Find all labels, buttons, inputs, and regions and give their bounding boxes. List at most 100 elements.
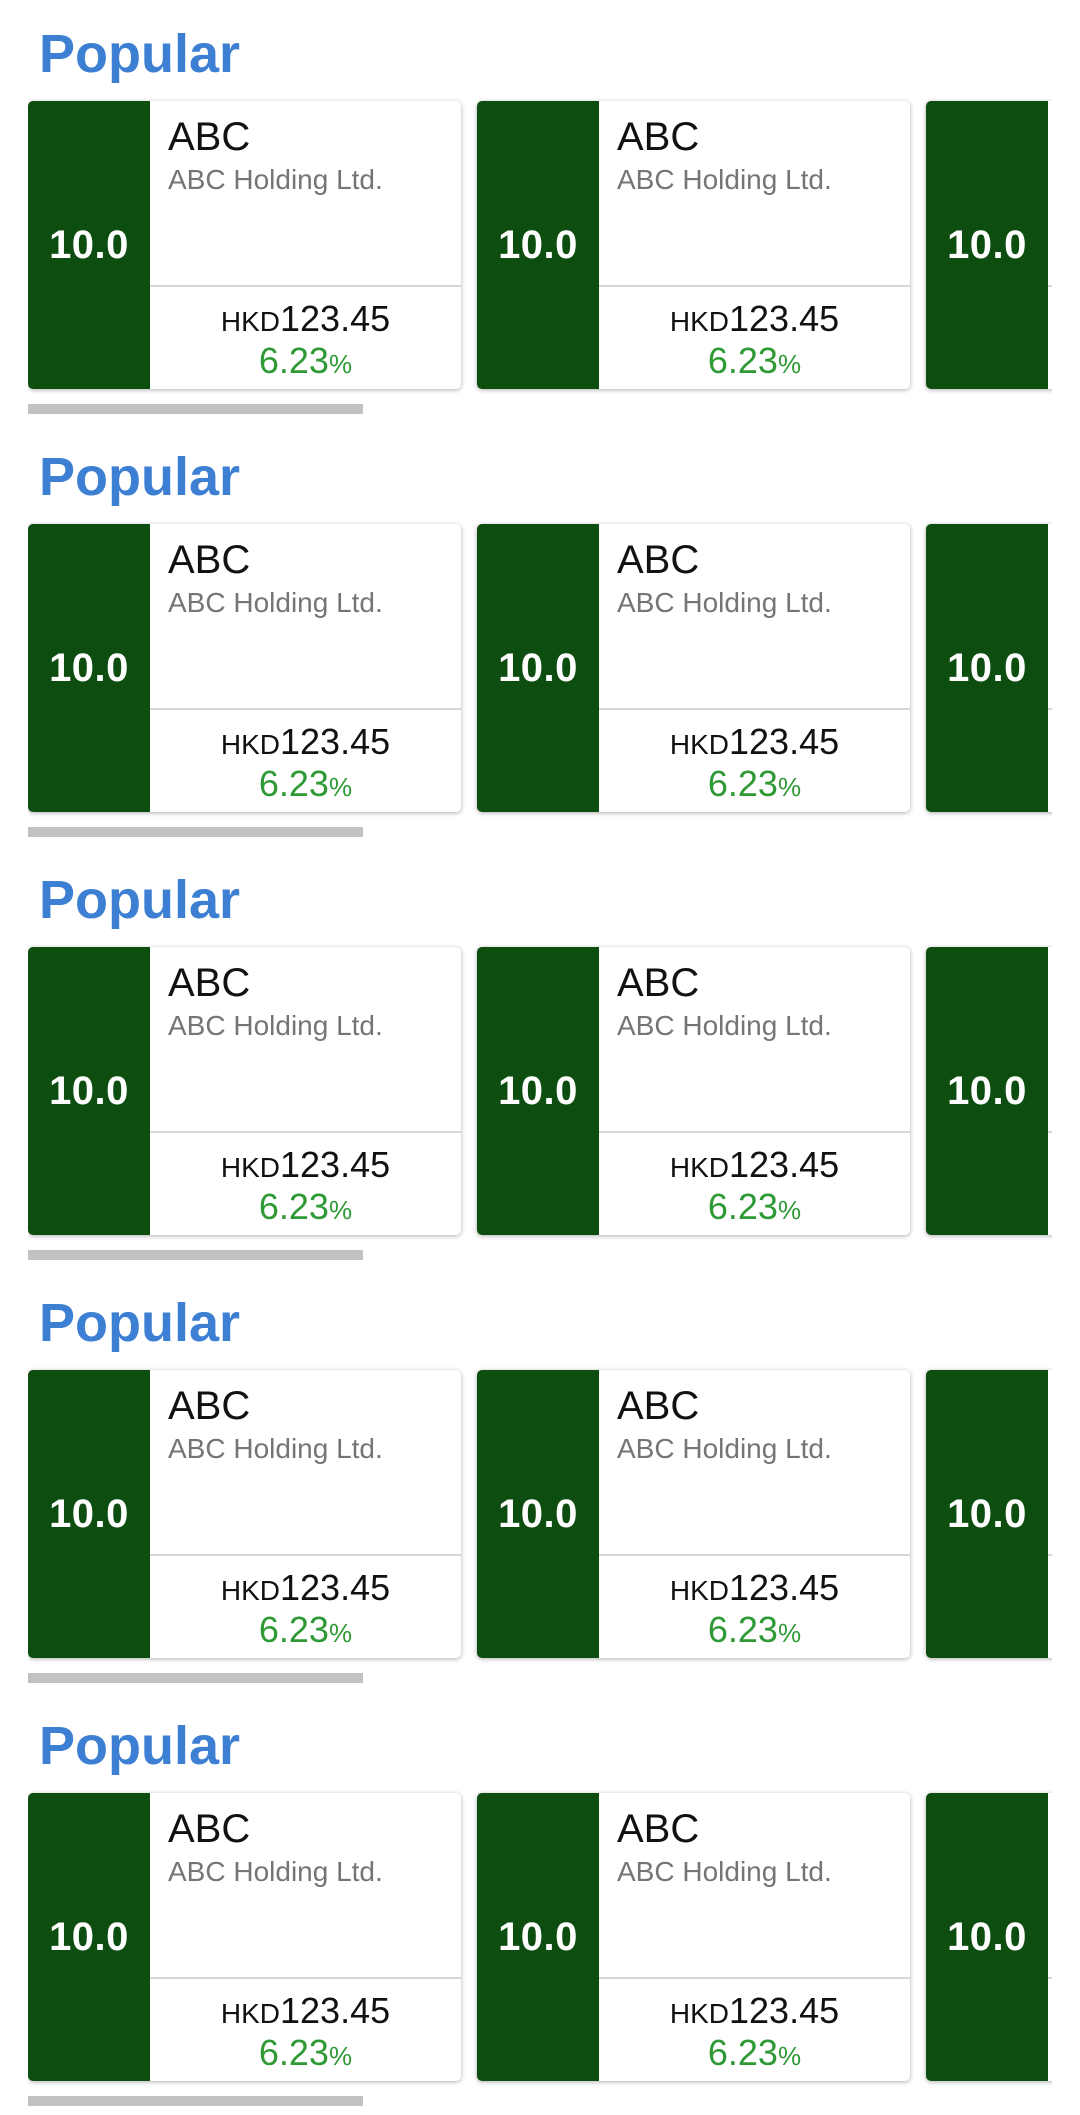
- stock-card[interactable]: 10.0 ABC ABC Holding Ltd. HKD123.45 6.23…: [28, 947, 461, 1235]
- stock-card[interactable]: 10.0 ABC ABC Holding Ltd. HKD123.45 6.23…: [28, 1793, 461, 2081]
- change-unit: %: [777, 1195, 802, 1225]
- stock-card[interactable]: 10.0 ABC ABC Holding Ltd. HKD123.45 6.23…: [477, 1793, 910, 2081]
- stock-info: ABC ABC Holding Ltd. HKD123.45 6.23%: [150, 1793, 461, 2081]
- horizontal-scrollbar-thumb[interactable]: [28, 827, 363, 837]
- stock-card[interactable]: 10.0 ABC ABC Holding Ltd. HKD123.45 6.23…: [926, 524, 1052, 812]
- company-name: ABC Holding Ltd.: [617, 1010, 832, 1041]
- card-divider: [1048, 708, 1052, 710]
- score-value: 10.0: [49, 645, 129, 690]
- score-value: 10.0: [498, 645, 578, 690]
- score-value: 10.0: [49, 1068, 129, 1113]
- horizontal-card-scroller[interactable]: 10.0 ABC ABC Holding Ltd. HKD123.45 6.23…: [28, 1787, 1052, 2087]
- price-currency: HKD: [669, 1575, 729, 1606]
- company-name: ABC Holding Ltd.: [168, 1856, 383, 1887]
- score-value: 10.0: [947, 645, 1027, 690]
- change-unit: %: [777, 772, 802, 802]
- price-currency: HKD: [220, 306, 280, 337]
- card-divider: [150, 708, 461, 710]
- change-value: 6.23: [707, 2032, 778, 2073]
- change-value: 6.23: [707, 1186, 778, 1227]
- stock-ticker: ABC: [617, 1384, 700, 1428]
- horizontal-card-scroller[interactable]: 10.0 ABC ABC Holding Ltd. HKD123.45 6.23…: [28, 518, 1052, 818]
- stock-card[interactable]: 10.0 ABC ABC Holding Ltd. HKD123.45 6.23…: [926, 947, 1052, 1235]
- popular-section: Popular 10.0 ABC ABC Holding Ltd. HKD123…: [0, 1692, 1080, 2115]
- stock-ticker: ABC: [617, 115, 700, 159]
- price-value: 123.45: [280, 298, 391, 339]
- horizontal-card-scroller[interactable]: 10.0 ABC ABC Holding Ltd. HKD123.45 6.23…: [28, 1364, 1052, 1664]
- change-unit: %: [328, 1618, 353, 1648]
- change-row: 6.23%: [150, 339, 461, 389]
- horizontal-scrollbar-thumb[interactable]: [28, 404, 363, 414]
- horizontal-scrollbar-thumb[interactable]: [28, 1250, 363, 1260]
- score-panel: 10.0: [477, 947, 599, 1235]
- stock-info: ABC ABC Holding Ltd. HKD123.45 6.23%: [1048, 1793, 1052, 2081]
- stock-card[interactable]: 10.0 ABC ABC Holding Ltd. HKD123.45 6.23…: [926, 1370, 1052, 1658]
- card-divider: [1048, 285, 1052, 287]
- change-row: 6.23%: [599, 762, 910, 812]
- price-value: 123.45: [280, 1567, 391, 1608]
- stock-card[interactable]: 10.0 ABC ABC Holding Ltd. HKD123.45 6.23…: [926, 1793, 1052, 2081]
- horizontal-card-scroller[interactable]: 10.0 ABC ABC Holding Ltd. HKD123.45 6.23…: [28, 95, 1052, 395]
- price-currency: HKD: [220, 1998, 280, 2029]
- stock-card[interactable]: 10.0 ABC ABC Holding Ltd. HKD123.45 6.23…: [28, 101, 461, 389]
- stock-ticker: ABC: [617, 1807, 700, 1851]
- stock-card[interactable]: 10.0 ABC ABC Holding Ltd. HKD123.45 6.23…: [477, 1370, 910, 1658]
- stock-ticker: ABC: [168, 538, 251, 582]
- score-value: 10.0: [498, 1914, 578, 1959]
- popular-section: Popular 10.0 ABC ABC Holding Ltd. HKD123…: [0, 423, 1080, 846]
- stock-info: ABC ABC Holding Ltd. HKD123.45 6.23%: [599, 947, 910, 1235]
- price-currency: HKD: [220, 1575, 280, 1606]
- company-name: ABC Holding Ltd.: [617, 587, 832, 618]
- change-unit: %: [328, 349, 353, 379]
- price-currency: HKD: [669, 1152, 729, 1183]
- card-divider: [599, 708, 910, 710]
- card-divider: [599, 285, 910, 287]
- change-value: 6.23: [707, 340, 778, 381]
- change-value: 6.23: [258, 763, 329, 804]
- stock-info: ABC ABC Holding Ltd. HKD123.45 6.23%: [1048, 947, 1052, 1235]
- change-row: 6.23%: [1048, 1185, 1052, 1235]
- card-divider: [150, 1977, 461, 1979]
- stock-card[interactable]: 10.0 ABC ABC Holding Ltd. HKD123.45 6.23…: [28, 1370, 461, 1658]
- score-panel: 10.0: [926, 101, 1048, 389]
- change-unit: %: [328, 1195, 353, 1225]
- change-unit: %: [777, 2041, 802, 2071]
- horizontal-card-scroller[interactable]: 10.0 ABC ABC Holding Ltd. HKD123.45 6.23…: [28, 941, 1052, 1241]
- company-name: ABC Holding Ltd.: [168, 164, 383, 195]
- horizontal-scrollbar-thumb[interactable]: [28, 1673, 363, 1683]
- change-row: 6.23%: [1048, 762, 1052, 812]
- change-row: 6.23%: [599, 2031, 910, 2081]
- section-title: Popular: [39, 24, 241, 84]
- price-value: 123.45: [729, 721, 840, 762]
- stock-ticker: ABC: [617, 538, 700, 582]
- horizontal-scrollbar-thumb[interactable]: [28, 2096, 363, 2106]
- price-value: 123.45: [280, 1144, 391, 1185]
- card-divider: [150, 1554, 461, 1556]
- stock-info: ABC ABC Holding Ltd. HKD123.45 6.23%: [599, 1370, 910, 1658]
- stock-ticker: ABC: [168, 1384, 251, 1428]
- change-value: 6.23: [258, 340, 329, 381]
- score-panel: 10.0: [28, 101, 150, 389]
- score-panel: 10.0: [477, 524, 599, 812]
- change-unit: %: [777, 349, 802, 379]
- company-name: ABC Holding Ltd.: [617, 164, 832, 195]
- card-divider: [599, 1977, 910, 1979]
- score-panel: 10.0: [28, 1370, 150, 1658]
- stock-card[interactable]: 10.0 ABC ABC Holding Ltd. HKD123.45 6.23…: [477, 524, 910, 812]
- stock-card[interactable]: 10.0 ABC ABC Holding Ltd. HKD123.45 6.23…: [477, 101, 910, 389]
- stock-card[interactable]: 10.0 ABC ABC Holding Ltd. HKD123.45 6.23…: [926, 101, 1052, 389]
- card-divider: [1048, 1131, 1052, 1133]
- stock-card[interactable]: 10.0 ABC ABC Holding Ltd. HKD123.45 6.23…: [28, 524, 461, 812]
- stock-ticker: ABC: [168, 115, 251, 159]
- popular-section: Popular 10.0 ABC ABC Holding Ltd. HKD123…: [0, 0, 1080, 423]
- change-row: 6.23%: [599, 1608, 910, 1658]
- stock-info: ABC ABC Holding Ltd. HKD123.45 6.23%: [150, 524, 461, 812]
- change-value: 6.23: [258, 2032, 329, 2073]
- change-row: 6.23%: [150, 2031, 461, 2081]
- score-panel: 10.0: [28, 524, 150, 812]
- card-divider: [150, 285, 461, 287]
- score-value: 10.0: [947, 1491, 1027, 1536]
- stock-card[interactable]: 10.0 ABC ABC Holding Ltd. HKD123.45 6.23…: [477, 947, 910, 1235]
- company-name: ABC Holding Ltd.: [168, 1433, 383, 1464]
- score-panel: 10.0: [926, 524, 1048, 812]
